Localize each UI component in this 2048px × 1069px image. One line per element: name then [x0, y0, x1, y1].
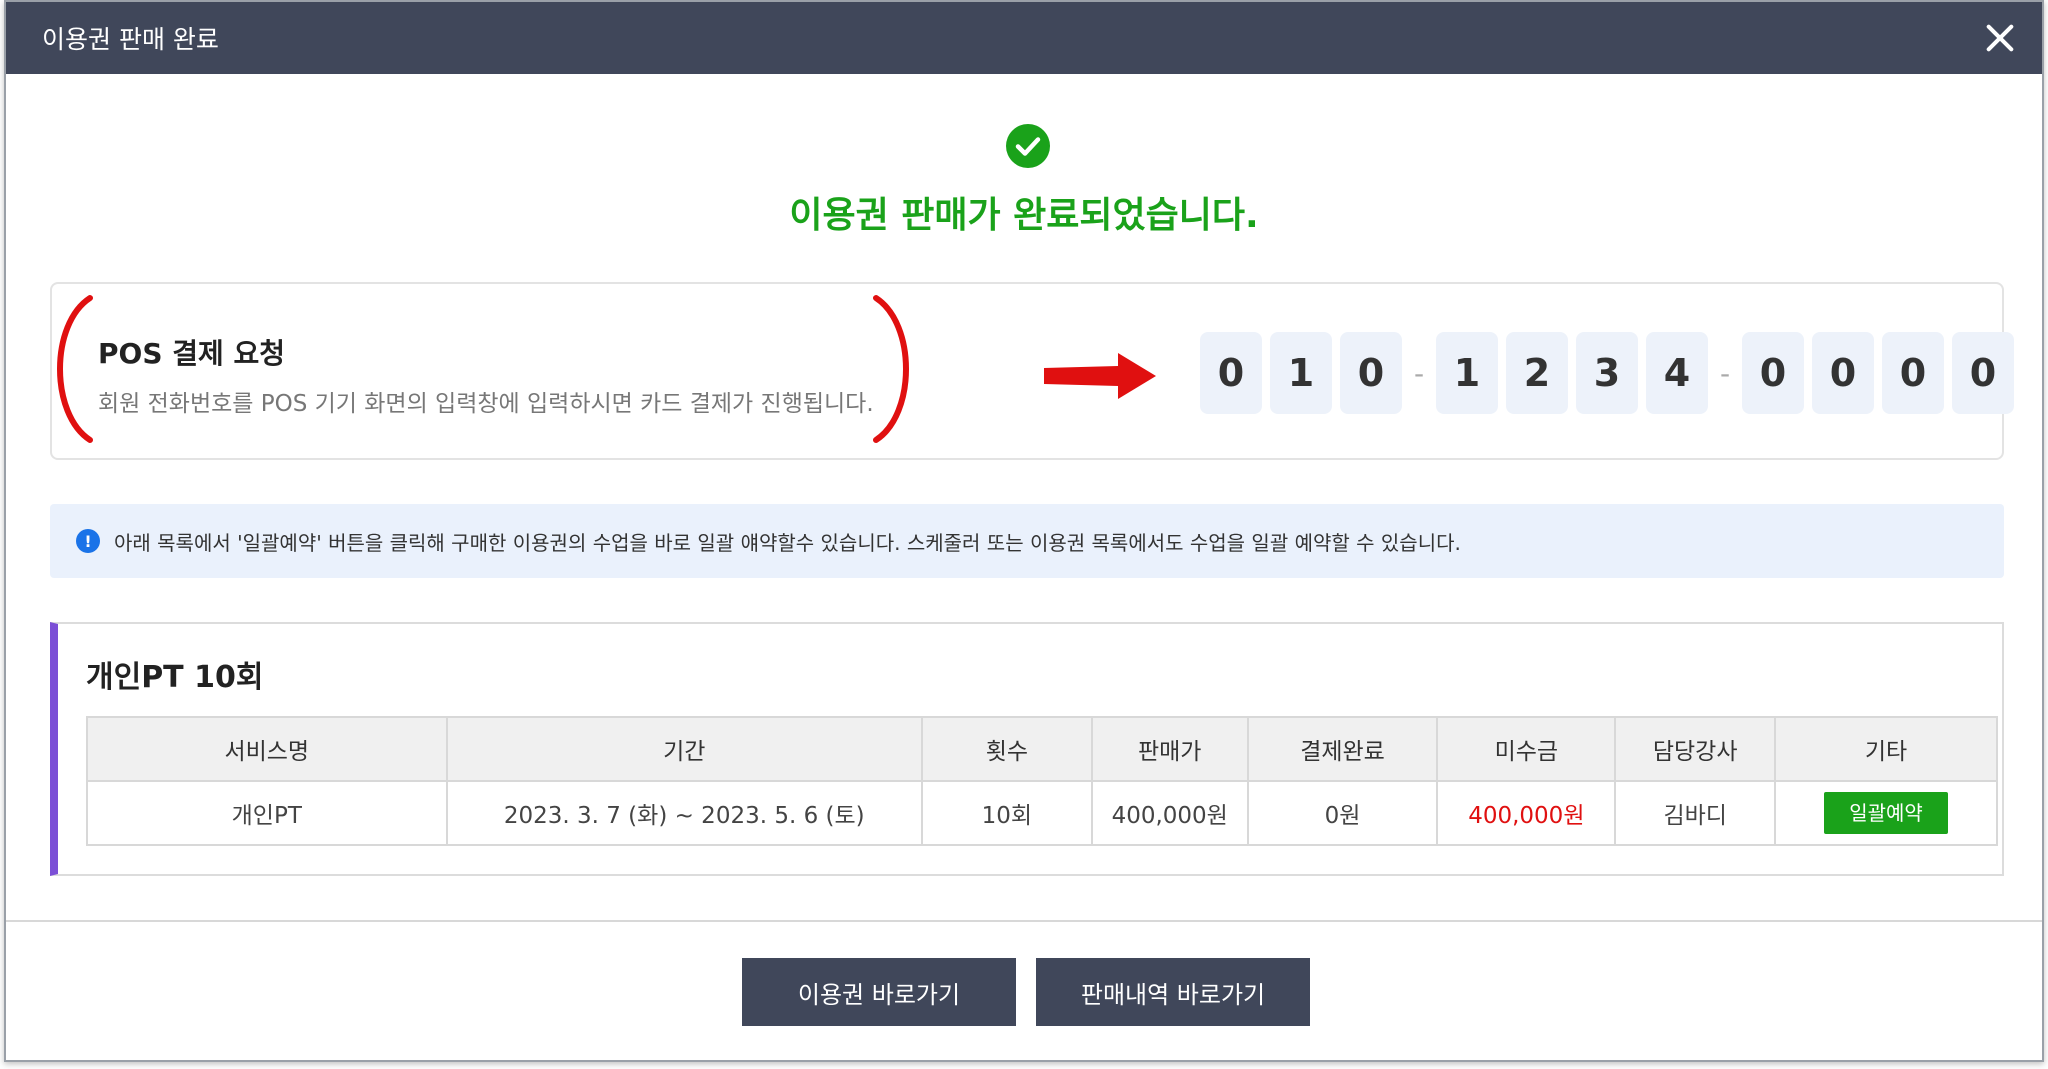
pos-description: 회원 전화번호를 POS 기기 화면의 입력창에 입력하시면 카드 결제가 진행… — [98, 391, 874, 417]
phone-digit: 1 — [1270, 332, 1332, 414]
count-cell: 10회 — [920, 780, 1093, 846]
right-bracket-annotation — [873, 295, 909, 443]
pos-payment-panel: POS 결제 요청 회원 전화번호를 POS 기기 화면의 입력창에 입력하시면… — [50, 282, 2014, 460]
paid-cell: 0원 — [1246, 780, 1439, 846]
pos-title: POS 결제 요청 — [98, 337, 286, 370]
column-header: 결제완료 — [1246, 716, 1439, 782]
phone-digit: 0 — [1952, 332, 2014, 414]
column-header: 기타 — [1774, 716, 1998, 782]
sale-complete-dialog: 이용권 판매 완료 이용권 판매가 완료되었습니다. POS 결제 요청 회원 … — [4, 0, 2044, 1062]
table-header-row: 서비스명 기간 횟수 판매가 결제완료 미수금 담당강사 기타 — [86, 716, 1998, 782]
phone-digit: 0 — [1340, 332, 1402, 414]
info-notice: ! 아래 목록에서 '일괄예약' 버튼을 클릭해 구매한 이용권의 수업을 바로… — [50, 504, 2004, 578]
phone-digit: 0 — [1882, 332, 1944, 414]
unpaid-cell: 400,000원 — [1436, 780, 1617, 846]
service-cell: 개인PT — [86, 780, 448, 846]
product-card: 개인PT 10회 서비스명 기간 횟수 판매가 결제완료 미수금 담당강사 기타 — [50, 622, 2004, 876]
phone-digit: 0 — [1812, 332, 1874, 414]
phone-digit: 3 — [1576, 332, 1638, 414]
close-icon[interactable] — [1982, 20, 2018, 56]
dialog-titlebar: 이용권 판매 완료 — [6, 2, 2042, 74]
footer-divider — [6, 920, 2042, 922]
notice-text: 아래 목록에서 '일괄예약' 버튼을 클릭해 구매한 이용권의 수업을 바로 일… — [114, 530, 1461, 555]
column-header: 미수금 — [1436, 716, 1617, 782]
dialog-title: 이용권 판매 완료 — [42, 25, 219, 54]
instructor-cell: 김바디 — [1614, 780, 1777, 846]
column-header: 담당강사 — [1614, 716, 1777, 782]
period-cell: 2023. 3. 7 (화) ~ 2023. 5. 6 (토) — [445, 780, 923, 846]
product-title: 개인PT 10회 — [86, 660, 264, 695]
phone-digit: 1 — [1436, 332, 1498, 414]
phone-separator: - — [1719, 356, 1731, 390]
phone-digit: 2 — [1506, 332, 1568, 414]
phone-number-display: 0 1 0 - 1 2 3 4 - 0 0 0 0 — [1200, 332, 2022, 414]
column-header: 횟수 — [920, 716, 1093, 782]
red-arrow-icon — [1044, 353, 1156, 399]
price-cell: 400,000원 — [1090, 780, 1249, 846]
phone-digit: 0 — [1200, 332, 1262, 414]
left-bracket-annotation — [57, 295, 93, 443]
column-header: 판매가 — [1090, 716, 1249, 782]
table-row: 개인PT 2023. 3. 7 (화) ~ 2023. 5. 6 (토) 10회… — [86, 780, 1998, 846]
bulk-reserve-button[interactable]: 일괄예약 — [1824, 792, 1949, 834]
check-circle-icon — [1006, 124, 1050, 168]
column-header: 기간 — [445, 716, 923, 782]
product-table: 서비스명 기간 횟수 판매가 결제완료 미수금 담당강사 기타 개인PT 202… — [86, 716, 1998, 846]
info-icon: ! — [76, 529, 100, 553]
action-cell: 일괄예약 — [1774, 780, 1998, 846]
go-to-sales-history-button[interactable]: 판매내역 바로가기 — [1036, 958, 1310, 1026]
phone-digit: 4 — [1646, 332, 1708, 414]
column-header: 서비스명 — [86, 716, 448, 782]
go-to-tickets-button[interactable]: 이용권 바로가기 — [742, 958, 1016, 1026]
phone-separator: - — [1413, 356, 1425, 390]
success-message: 이용권 판매가 완료되었습니다. — [789, 195, 1259, 236]
phone-digit: 0 — [1742, 332, 1804, 414]
